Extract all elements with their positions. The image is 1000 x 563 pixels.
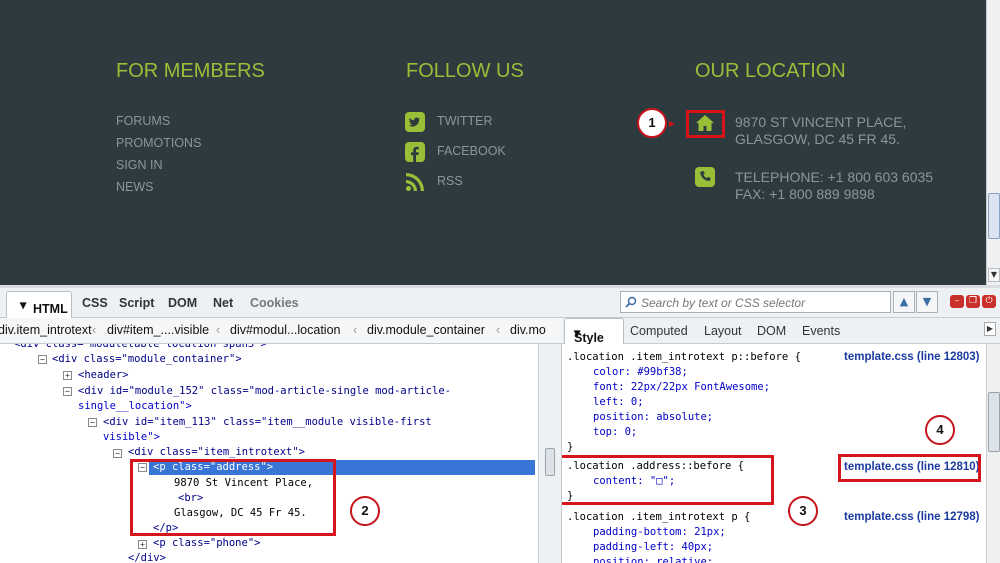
link-twitter[interactable]: TWITTER <box>437 114 493 128</box>
breadcrumb-item[interactable]: div#modul...location <box>230 323 340 337</box>
breadcrumb-item[interactable]: div.item_introtext <box>0 323 92 337</box>
site-footer: FOR MEMBERS FOLLOW US OUR LOCATION FORUM… <box>0 0 986 285</box>
tab-script[interactable]: Script <box>119 296 154 310</box>
telephone: TELEPHONE: +1 800 603 6035 <box>735 169 934 185</box>
more-tabs-icon[interactable]: ▶ <box>984 322 996 336</box>
scroll-down-arrow-icon[interactable]: ▼ <box>988 268 1000 282</box>
tree-node-item-introtext[interactable]: <div class="item_introtext"> <box>128 445 305 460</box>
css-rule-close: } <box>567 441 574 453</box>
callout-3: 3 <box>788 496 818 526</box>
expand-icon[interactable]: + <box>138 540 147 549</box>
phone-icon <box>695 167 715 187</box>
css-prop[interactable]: font: 22px/22px FontAwesome; <box>593 380 770 395</box>
highlight-box-source-link <box>838 454 981 482</box>
css-prop[interactable]: left: 0; <box>593 395 644 410</box>
tab-html[interactable]: HTML ▾ <box>6 291 72 318</box>
callout-1: 1 <box>637 108 667 138</box>
tab-css[interactable]: CSS <box>82 296 108 310</box>
tree-node-module-152-cont: single__location"> <box>78 400 192 412</box>
css-prop[interactable]: position: absolute; <box>593 410 713 425</box>
twitter-icon[interactable] <box>405 112 425 132</box>
breadcrumb-item[interactable]: div#item_....visible <box>107 323 209 337</box>
breadcrumb-sep-icon: ‹ <box>216 323 221 337</box>
address-line-2: GLASGOW, DC 45 FR 45. <box>735 131 900 147</box>
style-panel: .location .item_introtext p::before { te… <box>562 344 986 563</box>
link-rss[interactable]: RSS <box>437 174 463 188</box>
link-facebook[interactable]: FACEBOOK <box>437 144 506 158</box>
css-prop[interactable]: position: relative; <box>593 555 713 563</box>
tab-computed[interactable]: Computed <box>630 324 688 338</box>
css-source-link[interactable]: template.css (line 12798) <box>844 511 980 523</box>
tree-node-module-container[interactable]: <div class="module_container"> <box>52 352 242 367</box>
link-news[interactable]: NEWS <box>116 180 154 194</box>
tree-node-header[interactable]: <header> <box>78 368 129 383</box>
link-sign-in[interactable]: SIGN IN <box>116 158 163 172</box>
highlight-box-address-before <box>562 455 774 505</box>
tab-net[interactable]: Net <box>213 296 233 310</box>
tab-dom[interactable]: DOM <box>168 296 197 310</box>
side-panel-tabs: Style ▾ Computed Layout DOM Events ▶ <box>562 318 1000 345</box>
tree-node-item-113[interactable]: <div id="item_113" class="item__module v… <box>103 415 432 430</box>
css-prop[interactable]: padding-bottom: 21px; <box>593 525 726 540</box>
css-source-link[interactable]: template.css (line 12803) <box>844 351 980 363</box>
callout-4: 4 <box>925 415 955 445</box>
breadcrumb: div.item_introtext ‹ div#item_....visibl… <box>0 318 562 344</box>
breadcrumb-sep-icon: ‹ <box>92 323 97 337</box>
css-prop[interactable]: padding-left: 40px; <box>593 540 713 555</box>
collapse-icon[interactable]: − <box>38 355 47 364</box>
css-selector[interactable]: .location .item_introtext p { <box>567 510 750 525</box>
address-line-1: 9870 ST VINCENT PLACE, <box>735 114 907 130</box>
page-scrollbar[interactable]: ▼ <box>986 0 1000 285</box>
expand-icon[interactable]: + <box>63 371 72 380</box>
style-panel-scrollbar[interactable] <box>986 344 1000 563</box>
tree-line[interactable]: <div class="moduletable location span3"> <box>14 344 267 352</box>
minimize-icon[interactable]: – <box>950 295 964 308</box>
callout-2: 2 <box>350 496 380 526</box>
restore-icon[interactable]: ❐ <box>966 295 980 308</box>
search-prev-button[interactable]: ▲ <box>893 291 915 313</box>
rss-icon[interactable] <box>405 172 425 192</box>
tab-layout[interactable]: Layout <box>704 324 742 338</box>
collapse-icon[interactable]: − <box>63 387 72 396</box>
breadcrumb-sep-icon: ‹ <box>353 323 358 337</box>
follow-title: FOLLOW US <box>406 60 524 82</box>
page-scrollbar-thumb[interactable] <box>988 193 1000 239</box>
splitter-grip[interactable] <box>545 448 555 476</box>
tree-node-div-close: </div> <box>128 552 166 563</box>
breadcrumb-sep-icon: ‹ <box>496 323 501 337</box>
link-forums[interactable]: FORUMS <box>116 114 170 128</box>
css-selector[interactable]: .location .item_introtext p::before { <box>567 350 801 365</box>
html-tree: <div class="moduletable location span3">… <box>0 344 538 563</box>
tab-cookies[interactable]: Cookies <box>250 296 299 310</box>
tree-node-module-152[interactable]: <div id="module_152" class="mod-article-… <box>78 384 451 399</box>
fax: FAX: +1 800 889 9898 <box>735 186 875 202</box>
close-icon[interactable]: ⏻ <box>982 295 996 308</box>
search-next-button[interactable]: ▼ <box>916 291 938 313</box>
tree-node-item-113-cont: visible"> <box>103 431 160 443</box>
breadcrumb-item[interactable]: div.module_container <box>367 323 485 337</box>
tab-style[interactable]: Style ▾ <box>564 318 624 345</box>
facebook-icon[interactable] <box>405 142 425 162</box>
tree-node-p-phone[interactable]: <p class="phone"> <box>153 536 260 551</box>
highlight-box-address <box>130 459 336 536</box>
location-title: OUR LOCATION <box>695 60 846 82</box>
tab-side-dom[interactable]: DOM <box>757 324 786 338</box>
style-panel-scrollbar-thumb[interactable] <box>988 392 1000 452</box>
collapse-icon[interactable]: − <box>88 418 97 427</box>
tab-events[interactable]: Events <box>802 324 840 338</box>
search-placeholder: Search by text or CSS selector <box>641 296 806 310</box>
highlight-box-home-icon <box>686 110 725 138</box>
panel-splitter[interactable] <box>538 344 562 563</box>
breadcrumb-item[interactable]: div.mo <box>510 323 546 337</box>
callout-pointer <box>669 121 675 127</box>
link-promotions[interactable]: PROMOTIONS <box>116 136 201 150</box>
members-title: FOR MEMBERS <box>116 60 265 82</box>
search-input[interactable]: Search by text or CSS selector <box>620 291 891 313</box>
firebug-toolbar: HTML ▾ CSS Script DOM Net Cookies Search… <box>0 288 1000 318</box>
collapse-icon[interactable]: − <box>113 449 122 458</box>
css-prop[interactable]: color: #99bf38; <box>593 365 688 380</box>
search-icon <box>625 296 637 308</box>
css-prop[interactable]: top: 0; <box>593 425 637 440</box>
